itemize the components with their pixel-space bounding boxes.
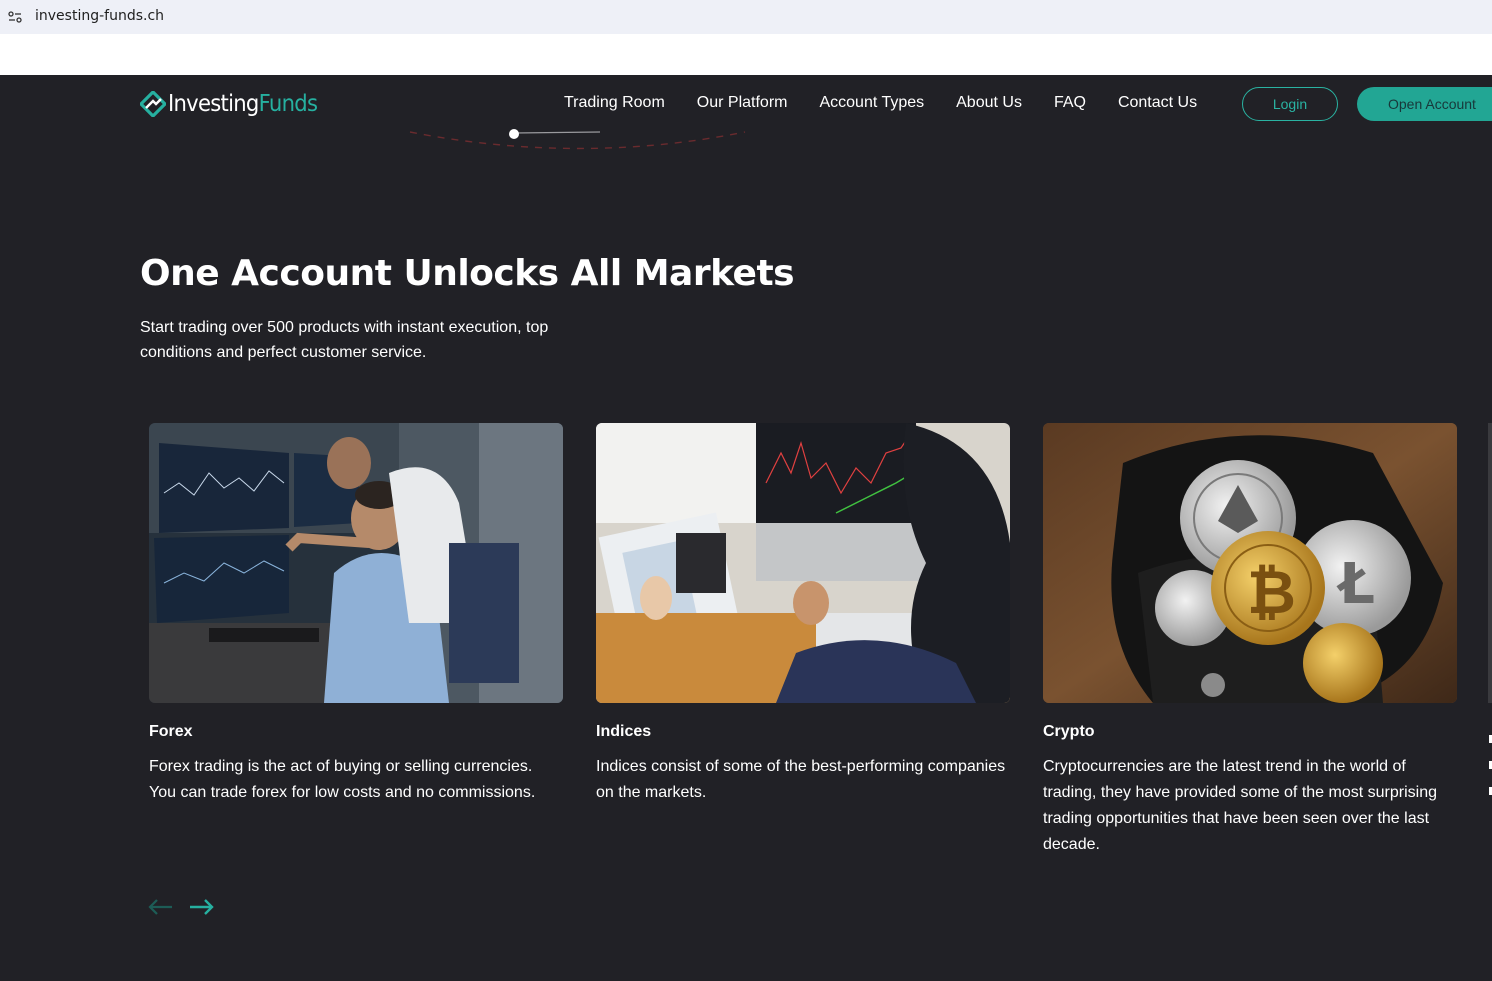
card-title: Forex (149, 723, 193, 740)
logo-text: InvestingFunds (168, 91, 318, 117)
indices-laptop-charts-image (596, 423, 1010, 703)
carousel-controls (148, 897, 214, 917)
card-text: Indices consist of some of the best-perf… (596, 758, 1006, 801)
card-text: Forex trading is the act of buying or se… (149, 758, 536, 801)
url-text[interactable]: investing-funds.ch (35, 8, 164, 24)
open-account-button[interactable]: Open Account (1357, 87, 1492, 121)
login-button[interactable]: Login (1242, 87, 1338, 121)
next-card-edge (1488, 423, 1492, 703)
market-card-forex[interactable]: Forex Forex trading is the act of buying… (149, 423, 563, 806)
site-settings-icon[interactable] (8, 10, 22, 24)
hero-title: One Account Unlocks All Markets (140, 253, 795, 294)
nav-about-us[interactable]: About Us (956, 94, 1022, 112)
card-title: Indices (596, 723, 652, 740)
nav-contact-us[interactable]: Contact Us (1118, 94, 1197, 112)
logo-text-main: Investing (168, 91, 259, 117)
market-card-crypto[interactable]: Ł ₿ Crypto Cryptocurrencies are the late… (1043, 423, 1457, 858)
arrow-left-icon[interactable] (148, 897, 174, 917)
page: InvestingFunds Trading Room Our Platform… (0, 75, 1492, 981)
forex-traders-monitors-image (149, 423, 563, 703)
svg-text:Ł: Ł (1336, 552, 1375, 617)
nav-our-platform[interactable]: Our Platform (697, 94, 788, 112)
hero-subtitle: Start trading over 500 products with ins… (140, 319, 549, 361)
browser-content-gap (0, 34, 1492, 75)
nav-faq[interactable]: FAQ (1054, 94, 1086, 112)
main-nav: Trading Room Our Platform Account Types … (564, 94, 1197, 112)
market-card-indices[interactable]: Indices Indices consist of some of the b… (596, 423, 1010, 806)
card-text: Cryptocurrencies are the latest trend in… (1043, 758, 1437, 853)
nav-trading-room[interactable]: Trading Room (564, 94, 665, 112)
site-logo[interactable]: InvestingFunds (140, 89, 330, 119)
logo-text-accent: Funds (258, 91, 318, 117)
browser-address-bar: investing-funds.ch (0, 0, 1492, 34)
card-title: Crypto (1043, 723, 1095, 740)
crypto-coins-wallet-image: Ł ₿ (1043, 423, 1457, 703)
decorative-curve (409, 129, 746, 150)
svg-text:₿: ₿ (1247, 558, 1296, 628)
arrow-right-icon[interactable] (188, 897, 214, 917)
nav-account-types[interactable]: Account Types (819, 94, 924, 112)
logo-mark-icon (140, 91, 166, 117)
